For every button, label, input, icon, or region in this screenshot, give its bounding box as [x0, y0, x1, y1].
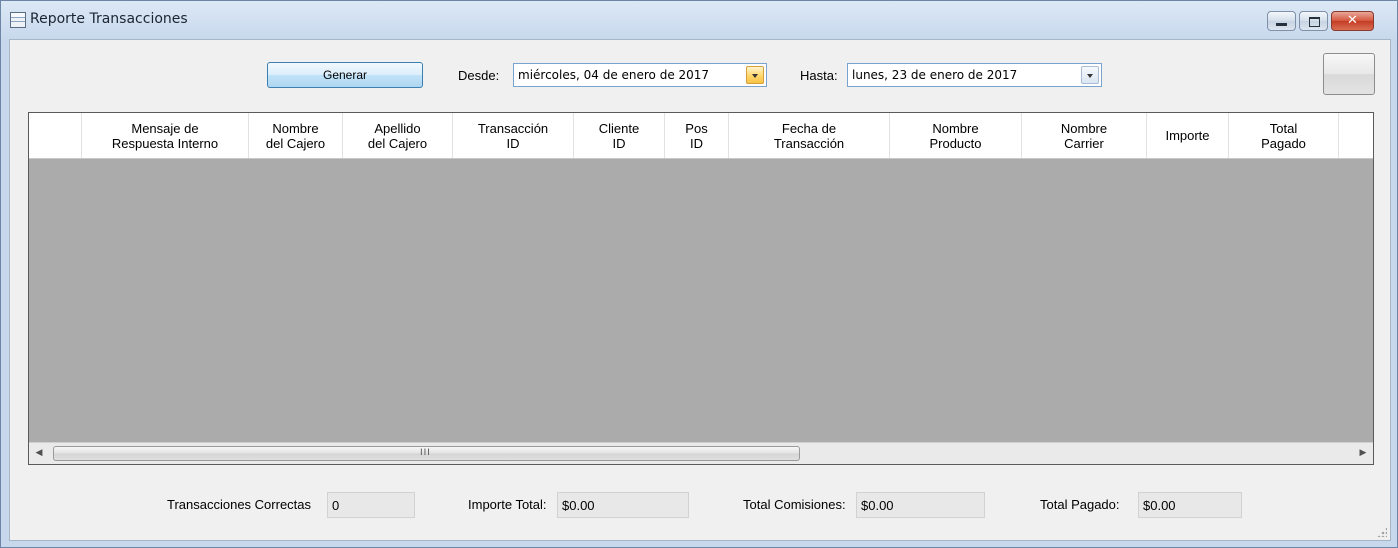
window-title: Reporte Transacciones: [30, 11, 188, 27]
column-header-nombre-producto[interactable]: Nombre Producto: [890, 113, 1022, 158]
generar-button[interactable]: Generar: [267, 62, 423, 88]
transacciones-correctas-field[interactable]: 0: [327, 492, 415, 518]
hasta-label: Hasta:: [800, 68, 838, 83]
desde-date-value: miércoles, 04 de enero de 2017: [518, 68, 710, 82]
importe-total-value: $0.00: [562, 498, 595, 513]
column-header-pos-id[interactable]: Pos ID: [665, 113, 729, 158]
resize-grip-icon[interactable]: [1377, 527, 1387, 537]
column-header-filler: [1339, 113, 1373, 158]
maximize-button[interactable]: [1299, 11, 1328, 31]
column-header-nombre-cajero[interactable]: Nombre del Cajero: [249, 113, 343, 158]
total-pagado-label: Total Pagado:: [1040, 497, 1120, 512]
chevron-down-icon: [752, 74, 758, 78]
total-comisiones-label: Total Comisiones:: [743, 497, 846, 512]
total-pagado-field[interactable]: $0.00: [1138, 492, 1242, 518]
scroll-right-icon[interactable]: ▶: [1353, 443, 1373, 464]
importe-total-field[interactable]: $0.00: [557, 492, 689, 518]
maximize-icon: [1309, 17, 1320, 27]
report-window: Reporte Transacciones ✕ Generar Desde: m…: [0, 0, 1398, 548]
hasta-date-value: lunes, 23 de enero de 2017: [852, 68, 1018, 82]
chevron-down-icon: [1087, 74, 1093, 78]
client-area: Generar Desde: miércoles, 04 de enero de…: [9, 39, 1391, 541]
horizontal-scrollbar[interactable]: ◀ III ▶: [29, 442, 1373, 464]
transactions-grid[interactable]: Mensaje de Respuesta Interno Nombre del …: [28, 112, 1374, 465]
minimize-button[interactable]: [1267, 11, 1296, 31]
column-header-fecha-transaccion[interactable]: Fecha de Transacción: [729, 113, 890, 158]
desde-label: Desde:: [458, 68, 500, 83]
total-comisiones-value: $0.00: [861, 498, 894, 513]
title-bar[interactable]: Reporte Transacciones ✕: [1, 1, 1397, 39]
column-header-transaccion-id[interactable]: Transacción ID: [453, 113, 574, 158]
total-comisiones-field[interactable]: $0.00: [856, 492, 985, 518]
transacciones-correctas-label: Transacciones Correctas: [167, 497, 312, 512]
report-icon: [10, 12, 26, 28]
close-icon: ✕: [1347, 13, 1358, 28]
grid-body[interactable]: [29, 159, 1373, 441]
blank-button[interactable]: [1323, 53, 1375, 95]
scroll-left-icon[interactable]: ◀: [29, 443, 49, 464]
transacciones-correctas-value: 0: [332, 498, 340, 513]
row-header-corner[interactable]: [29, 113, 82, 158]
importe-total-label: Importe Total:: [468, 497, 547, 512]
column-header-importe[interactable]: Importe: [1147, 113, 1229, 158]
column-header-cliente-id[interactable]: Cliente ID: [574, 113, 665, 158]
column-header-total-pagado[interactable]: Total Pagado: [1229, 113, 1339, 158]
scrollbar-grip: III: [420, 448, 431, 458]
total-pagado-value: $0.00: [1143, 498, 1176, 513]
minimize-icon: [1276, 23, 1287, 26]
column-header-mensaje[interactable]: Mensaje de Respuesta Interno: [82, 113, 249, 158]
scrollbar-thumb[interactable]: III: [53, 446, 800, 461]
column-header-nombre-carrier[interactable]: Nombre Carrier: [1022, 113, 1147, 158]
hasta-datepicker[interactable]: lunes, 23 de enero de 2017: [847, 63, 1102, 87]
hasta-dropdown-button[interactable]: [1081, 66, 1099, 84]
grid-header: Mensaje de Respuesta Interno Nombre del …: [29, 113, 1373, 159]
close-button[interactable]: ✕: [1331, 11, 1374, 31]
desde-datepicker[interactable]: miércoles, 04 de enero de 2017: [513, 63, 767, 87]
desde-dropdown-button[interactable]: [746, 66, 764, 84]
column-header-apellido-cajero[interactable]: Apellido del Cajero: [343, 113, 453, 158]
